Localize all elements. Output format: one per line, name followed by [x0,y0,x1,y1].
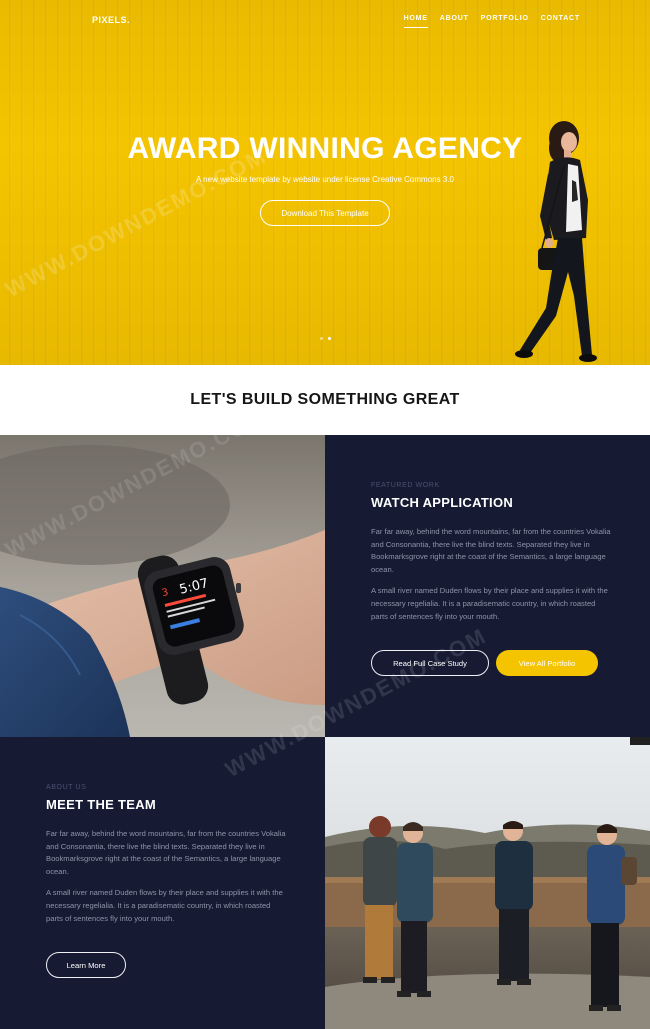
hero-title: AWARD WINNING AGENCY [127,132,523,165]
featured-eyebrow: FEATURED WORK [371,482,440,489]
slider-dot-2[interactable] [328,337,331,340]
view-portfolio-button[interactable]: View All Portfolio [496,650,598,676]
team-paragraph-1: Far far away, behind the word mountains,… [46,829,286,876]
slider-dot-1[interactable] [320,337,323,340]
nav-item-about[interactable]: ABOUT [440,15,469,28]
team-eyebrow: ABOUT US [46,784,87,791]
download-template-button[interactable]: Download This Template [260,200,390,226]
read-case-study-button[interactable]: Read Full Case Study [371,650,489,676]
hero-section: PIXELS. HOME ABOUT PORTFOLIO CONTACT AWA… [0,0,650,365]
team-title: MEET THE TEAM [46,797,157,812]
section-title: LET'S BUILD SOMETHING GREAT [190,391,460,408]
site-logo[interactable]: PIXELS. [92,15,130,25]
watch-photo-illustration: 3 5:07 [0,435,325,737]
featured-paragraph-1: Far far away, behind the word mountains,… [371,527,611,574]
team-photo-illustration [325,737,650,1029]
featured-paragraph-2: A small river named Duden flows by their… [371,586,608,621]
nav-item-home[interactable]: HOME [403,15,428,28]
hero-subtitle: A new website template by website under … [196,175,454,184]
main-nav: HOME ABOUT PORTFOLIO CONTACT [403,15,580,28]
intro-section: LET'S BUILD SOMETHING GREAT [0,365,650,435]
featured-work-panel: FEATURED WORK WATCH APPLICATION Far far … [325,435,650,737]
team-panel: ABOUT US MEET THE TEAM Far far away, beh… [0,737,325,1029]
learn-more-button[interactable]: Learn More [46,952,126,978]
team-photo [325,737,650,1029]
watch-photo: 3 5:07 [0,435,325,737]
team-paragraph-2: A small river named Duden flows by their… [46,888,283,923]
featured-title: WATCH APPLICATION [371,495,514,510]
nav-item-portfolio[interactable]: PORTFOLIO [481,15,529,28]
slider-dots [320,337,331,340]
nav-item-contact[interactable]: CONTACT [541,15,580,28]
